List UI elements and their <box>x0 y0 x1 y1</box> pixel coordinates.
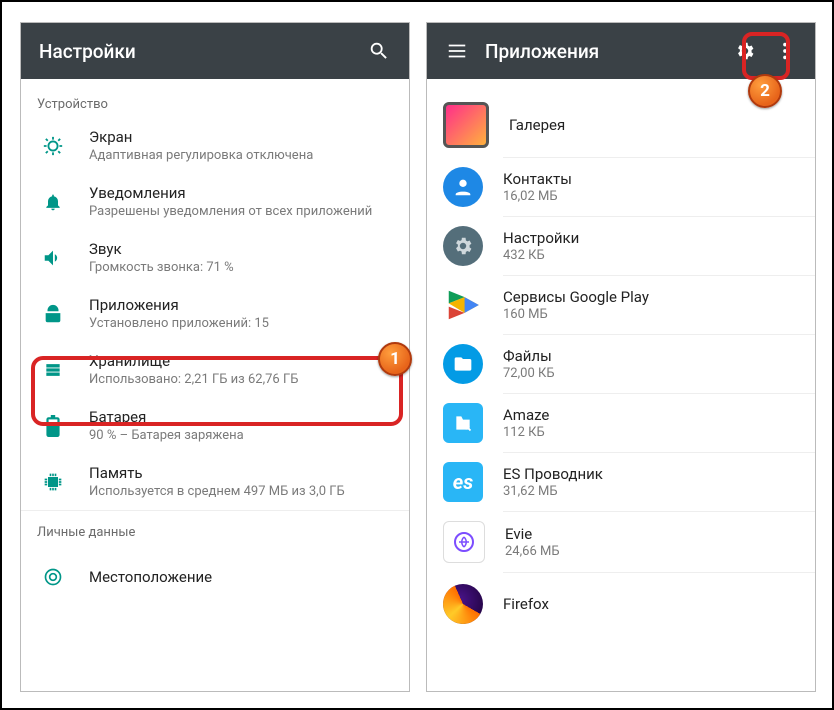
app-size: 432 КБ <box>503 248 579 263</box>
callout-badge-2: 2 <box>748 74 782 108</box>
row-sub: Используется в среднем 497 МБ из 3,0 ГБ <box>89 484 393 500</box>
app-item-play-services[interactable]: Сервисы Google Play 160 МБ <box>427 276 815 334</box>
app-item-contacts[interactable]: Контакты 16,02 МБ <box>427 158 815 216</box>
gear-icon[interactable] <box>725 31 765 71</box>
app-name: Firefox <box>503 595 549 613</box>
row-title: Батарея <box>89 408 393 427</box>
row-sub: Разрешены уведомления от всех приложений <box>89 204 393 220</box>
section-personal: Личные данные <box>21 510 409 546</box>
android-icon <box>33 303 73 325</box>
row-sub: Громкость звонка: 71 % <box>89 260 393 276</box>
settings-title: Настройки <box>31 40 359 63</box>
app-name: Настройки <box>503 229 579 247</box>
row-title: Местоположение <box>89 568 393 587</box>
hamburger-icon[interactable] <box>437 31 477 71</box>
amaze-icon <box>443 403 483 443</box>
gallery-icon <box>443 102 489 148</box>
search-icon[interactable] <box>359 31 399 71</box>
settings-item-notifications[interactable]: Уведомления Разрешены уведомления от все… <box>21 174 409 230</box>
app-name: Контакты <box>503 170 572 188</box>
settings-app-icon <box>443 226 483 266</box>
settings-item-sound[interactable]: Звук Громкость звонка: 71 % <box>21 230 409 286</box>
row-title: Уведомления <box>89 184 393 203</box>
evie-icon <box>443 521 485 563</box>
app-size: 16,02 МБ <box>503 189 572 204</box>
firefox-icon <box>443 584 483 624</box>
settings-item-memory[interactable]: Память Используется в среднем 497 МБ из … <box>21 454 409 510</box>
app-item-amaze[interactable]: Amaze 112 КБ <box>427 394 815 452</box>
row-title: Память <box>89 464 393 483</box>
app-size: 31,62 МБ <box>503 484 603 499</box>
app-item-es-explorer[interactable]: es ES Проводник 31,62 МБ <box>427 453 815 511</box>
app-item-firefox[interactable]: Firefox <box>427 573 815 625</box>
app-size: 112 КБ <box>503 425 549 440</box>
row-title: Экран <box>89 128 393 147</box>
settings-item-storage[interactable]: Хранилище Использовано: 2,21 ГБ из 62,76… <box>21 342 409 398</box>
app-name: ES Проводник <box>503 465 603 483</box>
apps-screen: Приложения Галерея Контакты 16,02 МБ <box>426 22 816 692</box>
row-sub: Адаптивная регулировка отключена <box>89 148 393 164</box>
apps-title: Приложения <box>477 40 725 63</box>
row-sub: Установлено приложений: 15 <box>89 316 393 332</box>
settings-item-display[interactable]: Экран Адаптивная регулировка отключена <box>21 118 409 174</box>
contacts-icon <box>443 167 483 207</box>
memory-icon <box>33 472 73 492</box>
bell-icon <box>33 192 73 212</box>
app-size: 72,00 КБ <box>503 366 555 381</box>
es-explorer-icon: es <box>443 462 483 502</box>
app-name: Evie <box>505 525 560 543</box>
play-services-icon <box>443 285 483 325</box>
app-item-files[interactable]: Файлы 72,00 КБ <box>427 335 815 393</box>
apps-appbar: Приложения <box>427 23 815 79</box>
location-icon <box>33 567 73 587</box>
app-item-settings[interactable]: Настройки 432 КБ <box>427 217 815 275</box>
display-icon <box>33 135 73 157</box>
row-title: Звук <box>89 240 393 259</box>
section-device: Устройство <box>21 79 409 118</box>
row-title: Приложения <box>89 296 393 315</box>
row-title: Хранилище <box>89 352 393 371</box>
settings-item-location[interactable]: Местоположение <box>21 546 409 598</box>
volume-icon <box>33 247 73 269</box>
row-sub: Использовано: 2,21 ГБ из 62,76 ГБ <box>89 372 393 388</box>
app-size: 160 МБ <box>503 307 649 322</box>
app-size: 24,66 МБ <box>505 544 560 559</box>
settings-screen: Настройки Устройство Экран Адаптивная ре… <box>20 22 410 692</box>
row-sub: 90 % – Батарея заряжена <box>89 428 393 444</box>
files-icon <box>443 344 483 384</box>
overflow-icon[interactable] <box>765 31 805 71</box>
callout-badge-1: 1 <box>378 342 412 376</box>
settings-item-apps[interactable]: Приложения Установлено приложений: 15 <box>21 286 409 342</box>
app-item-evie[interactable]: Evie 24,66 МБ <box>427 512 815 572</box>
app-name: Галерея <box>509 116 565 134</box>
battery-icon <box>33 415 73 437</box>
app-name: Сервисы Google Play <box>503 288 649 306</box>
app-name: Файлы <box>503 347 555 365</box>
settings-appbar: Настройки <box>21 23 409 79</box>
app-name: Amaze <box>503 406 549 424</box>
storage-icon <box>33 360 73 380</box>
settings-item-battery[interactable]: Батарея 90 % – Батарея заряжена <box>21 398 409 454</box>
